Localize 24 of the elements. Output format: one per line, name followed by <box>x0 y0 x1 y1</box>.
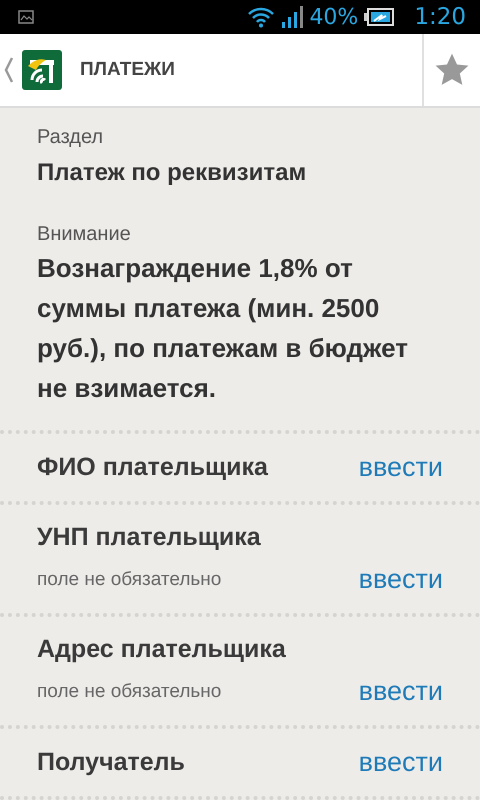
field-title: Адрес плательщика <box>37 635 287 664</box>
battery-icon <box>364 8 394 26</box>
image-icon <box>18 10 34 24</box>
field-hint: поле не обязательно <box>37 680 222 702</box>
field-title: УНП плательщика <box>37 523 262 552</box>
field-hint: поле не обязательно <box>37 568 222 590</box>
field-title: Получатель <box>37 748 186 777</box>
clock: 1:20 <box>414 4 466 30</box>
section-value: Платеж по реквизитам <box>37 159 308 187</box>
field-title: ФИО плательщика <box>37 453 269 482</box>
battery-percent: 40% <box>309 4 358 30</box>
enter-link[interactable]: ввести <box>358 452 443 483</box>
notice-label: Внимание <box>37 223 132 246</box>
screen-title: ПЛАТЕЖИ <box>80 59 176 81</box>
enter-link[interactable]: ввести <box>358 747 443 778</box>
signal-icon <box>281 5 304 29</box>
notice-text: Вознаграждение 1,8% от суммы платежа (мин. 2500 руб.), по платежам в бюджет не взимается. <box>37 252 409 405</box>
section-label: Раздел <box>37 126 104 149</box>
star-icon <box>433 52 471 88</box>
enter-link[interactable]: ввести <box>358 564 443 595</box>
back-icon[interactable] <box>4 57 14 83</box>
app-logo[interactable] <box>22 50 62 90</box>
enter-link[interactable]: ввести <box>358 676 443 707</box>
wifi-icon <box>247 6 276 28</box>
